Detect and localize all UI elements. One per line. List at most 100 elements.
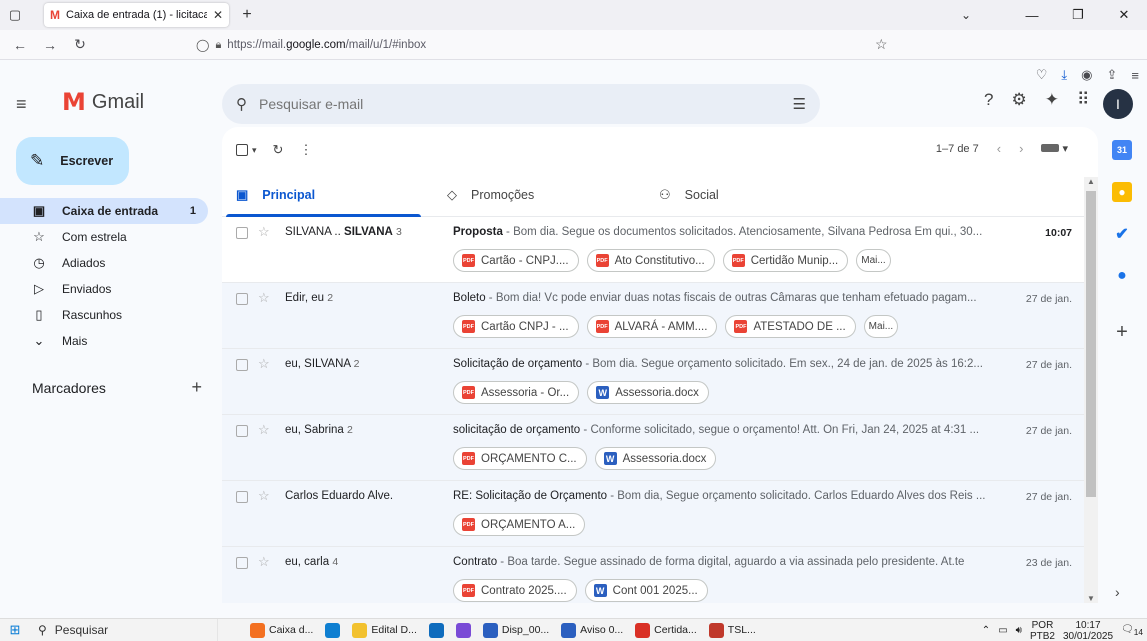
taskbar-app[interactable]: Disp_00... — [479, 619, 553, 641]
star-icon[interactable]: ☆ — [258, 224, 270, 240]
new-tab-button[interactable]: + — [237, 6, 257, 24]
language-indicator[interactable]: POR PTB2 — [1030, 620, 1055, 641]
add-addon-icon[interactable]: + — [1112, 321, 1132, 343]
sidebar-item-snoozed[interactable]: ◷ Adiados — [0, 250, 208, 276]
volume-icon[interactable]: 🔊︎ — [1016, 625, 1022, 636]
attachment-chip[interactable]: PDF Certidão Munip... — [722, 249, 849, 272]
scrollbar[interactable]: ▲ ▼ — [1084, 177, 1098, 603]
url-bar[interactable]: ◯ 🔒︎ https://mail.google.com/mail/u/1/#i… — [190, 33, 900, 57]
attachment-chip[interactable]: PDF ORÇAMENTO A... — [453, 513, 586, 536]
taskbar-app[interactable]: Certida... — [631, 619, 701, 641]
star-icon[interactable]: ☆ — [258, 422, 270, 438]
lock-icon[interactable]: 🔒︎ — [215, 39, 221, 52]
tabs-dropdown-icon[interactable]: ⌄ — [961, 0, 971, 30]
sidebar-item-drafts[interactable]: ▯ Rascunhos — [0, 302, 208, 328]
taskbar-app[interactable] — [425, 619, 448, 641]
notifications-icon[interactable]: 🗨︎14 — [1121, 624, 1143, 637]
star-icon[interactable]: ☆ — [258, 554, 270, 570]
gemini-sparkle-icon[interactable]: ✦ — [1045, 90, 1059, 110]
sidebar-item-more[interactable]: ⌄ Mais — [0, 328, 208, 354]
tracking-shield-icon[interactable]: ◯ — [196, 38, 209, 52]
pocket-icon[interactable]: ♡ — [1036, 67, 1048, 83]
taskbar-app[interactable]: Caixa d... — [246, 619, 317, 641]
sidebar-item-sent[interactable]: ▷ Enviados — [0, 276, 208, 302]
taskbar-app[interactable]: Edital D... — [348, 619, 421, 641]
taskbar-app[interactable] — [452, 619, 475, 641]
calendar-icon[interactable]: 31 — [1112, 140, 1132, 160]
row-checkbox[interactable] — [236, 491, 248, 503]
attachment-chip[interactable]: PDF ATESTADO DE ... — [725, 315, 856, 338]
attachment-chip[interactable]: W Assessoria.docx — [594, 447, 717, 470]
attachment-chip[interactable]: PDF Cartão CNPJ - ... — [453, 315, 579, 338]
search-options-icon[interactable]: ☰ — [793, 95, 806, 113]
scroll-up-icon[interactable]: ▲ — [1084, 177, 1098, 186]
taskbar-app[interactable]: TSL... — [705, 619, 760, 641]
contacts-icon[interactable]: ● — [1112, 266, 1132, 286]
minimize-button[interactable]: — — [1009, 0, 1055, 30]
prev-page-icon[interactable]: ‹ — [997, 141, 1001, 156]
menu-icon[interactable]: ≡ — [1131, 68, 1139, 83]
email-row[interactable]: ☆ Edir, eu 2 Boleto - Bom dia! Vc pode e… — [222, 283, 1084, 349]
tray-chevron-icon[interactable]: ⌃ — [982, 625, 990, 636]
gmail-logo[interactable]: M Gmail — [62, 88, 144, 116]
account-icon[interactable]: ◉ — [1081, 67, 1092, 83]
taskbar-app[interactable] — [321, 619, 344, 641]
attachment-chip[interactable]: W Cont 001 2025... — [584, 579, 708, 602]
email-row[interactable]: ☆ eu, Sabrina 2 solicitação de orçamento… — [222, 415, 1084, 481]
tasks-icon[interactable]: ✔ — [1112, 224, 1132, 244]
email-row[interactable]: ☆ eu, carla 4 Contrato - Boa tarde. Segu… — [222, 547, 1084, 603]
sidebar-item-inbox[interactable]: ▣ Caixa de entrada 1 — [0, 198, 208, 224]
email-row[interactable]: ☆ Carlos Eduardo Alve. RE: Solicitação d… — [222, 481, 1084, 547]
settings-gear-icon[interactable]: ⚙ — [1011, 90, 1026, 110]
email-row[interactable]: ☆ SILVANA .. SILVANA 3 Proposta - Bom di… — [222, 217, 1084, 283]
input-tools-icon[interactable]: ▾ — [1041, 142, 1068, 155]
browser-tab[interactable]: M Caixa de entrada (1) - licitacaoc ✕ — [44, 3, 229, 27]
compose-button[interactable]: ✎ Escrever — [16, 137, 129, 185]
apps-grid-icon[interactable]: ⠿ — [1077, 90, 1089, 110]
expand-panel-icon[interactable]: › — [1115, 584, 1120, 600]
attachment-chip[interactable]: PDF Cartão - CNPJ.... — [453, 249, 579, 272]
scroll-down-icon[interactable]: ▼ — [1084, 594, 1098, 603]
email-row[interactable]: ☆ eu, SILVANA 2 Solicitação de orçamento… — [222, 349, 1084, 415]
forward-icon[interactable]: → — [38, 37, 62, 53]
help-icon[interactable]: ? — [984, 90, 993, 110]
download-icon[interactable]: ⤓ — [1061, 67, 1067, 83]
close-tab-icon[interactable]: ✕ — [213, 8, 223, 22]
clock[interactable]: 10:17 30/01/2025 — [1063, 620, 1113, 641]
row-checkbox[interactable] — [236, 227, 248, 239]
reload-icon[interactable]: ↻ — [68, 36, 92, 53]
select-dropdown-icon[interactable]: ▾ — [252, 145, 257, 156]
attachment-chip[interactable]: PDF Contrato 2025.... — [453, 579, 577, 602]
avatar[interactable]: I — [1103, 89, 1133, 119]
sidebar-item-starred[interactable]: ☆ Com estrela — [0, 224, 208, 250]
row-checkbox[interactable] — [236, 293, 248, 305]
attachment-chip[interactable]: PDF ORÇAMENTO C... — [453, 447, 587, 470]
row-checkbox[interactable] — [236, 359, 248, 371]
attachment-chip[interactable]: PDF Ato Constitutivo... — [586, 249, 715, 272]
more-attachments-chip[interactable]: Mai... — [856, 249, 891, 272]
network-icon[interactable]: ▭ — [998, 625, 1007, 636]
taskbar-search[interactable]: ⚲ Pesquisar — [30, 618, 218, 641]
add-label-icon[interactable]: + — [191, 378, 202, 396]
refresh-icon[interactable]: ↻ — [273, 142, 284, 158]
scrollbar-thumb[interactable] — [1086, 191, 1096, 497]
tab-list-icon[interactable]: ▢ — [0, 0, 30, 30]
row-checkbox[interactable] — [236, 557, 248, 569]
bookmark-star-icon[interactable]: ☆ — [875, 36, 888, 53]
attachment-chip[interactable]: W Assessoria.docx — [587, 381, 709, 404]
close-window-button[interactable]: ✕ — [1101, 0, 1147, 30]
main-menu-icon[interactable]: ≡ — [16, 94, 27, 115]
attachment-chip[interactable]: PDF Assessoria - Or... — [453, 381, 580, 404]
row-checkbox[interactable] — [236, 425, 248, 437]
select-all-checkbox[interactable] — [236, 144, 248, 156]
tab-promotions[interactable]: ◇ Promoções — [425, 173, 631, 217]
search-icon[interactable]: ⚲ — [236, 95, 247, 113]
star-icon[interactable]: ☆ — [258, 356, 270, 372]
search-input[interactable] — [259, 96, 793, 112]
taskbar-app[interactable]: Aviso 0... — [557, 619, 627, 641]
star-icon[interactable]: ☆ — [258, 488, 270, 504]
windows-start-icon[interactable]: ⊞ — [0, 622, 30, 638]
tab-primary[interactable]: ▣ Principal — [222, 173, 425, 217]
star-icon[interactable]: ☆ — [258, 290, 270, 306]
tab-social[interactable]: ⚇ Social — [631, 173, 837, 217]
